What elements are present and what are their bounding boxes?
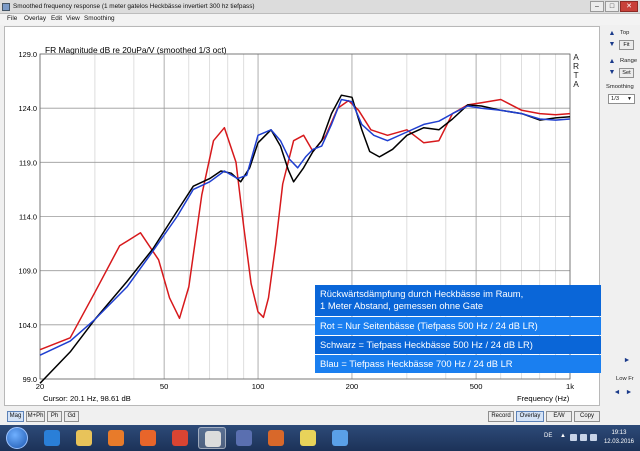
legend-text: Blau = Tiefpass Heckbässe 700 Hz / 24 dB… — [320, 358, 513, 369]
title-bar: Smoothed frequency response (1 meter gat… — [0, 0, 640, 14]
menu-edit[interactable]: Edit — [51, 15, 62, 22]
menu-overlay[interactable]: Overlay — [24, 15, 46, 22]
network-icon[interactable] — [570, 434, 577, 441]
low-fr-label: Low Fr — [616, 376, 634, 382]
mag-phase-button[interactable]: M+Ph — [26, 411, 45, 422]
top-down-arrow-icon[interactable]: ▼ — [607, 40, 617, 49]
close-button[interactable]: ✕ — [620, 1, 638, 12]
top-up-arrow-icon[interactable]: ▲ — [607, 29, 617, 38]
smoothing-label: Smoothing — [606, 84, 634, 90]
x-tick-label: 20 — [36, 382, 44, 391]
taskbar-app-button[interactable] — [70, 427, 98, 449]
app-icon — [2, 3, 10, 11]
windows-app-icon — [332, 430, 348, 446]
volume-icon[interactable] — [580, 434, 587, 441]
media-player-icon — [108, 430, 124, 446]
low-fr-left-arrow-icon[interactable]: ◄ — [612, 388, 622, 397]
firefox-icon — [140, 430, 156, 446]
legend-text: 1 Meter Abstand, gemessen ohne Gate — [320, 300, 483, 311]
flag-icon[interactable] — [590, 434, 597, 441]
chrome-icon — [172, 430, 188, 446]
y-tick-label: 124.0 — [19, 104, 38, 113]
menu-view[interactable]: View — [66, 15, 80, 22]
start-button[interactable] — [6, 427, 28, 449]
plot-frame: 99.0 104.0 109.0 114.0 119.0 124.0 129.0 20 50 10… — [4, 26, 617, 407]
audio-app-icon — [236, 430, 252, 446]
range-up-arrow-icon[interactable]: ▲ — [607, 57, 617, 66]
fit-button[interactable]: Fit — [619, 40, 634, 50]
text-editor-icon — [300, 430, 316, 446]
system-tray: DE ▲ 19:13 12.03.2016 — [500, 425, 640, 451]
menu-file[interactable]: File — [7, 15, 17, 22]
maximize-button[interactable]: □ — [605, 1, 619, 12]
range-label: Range — [620, 58, 638, 64]
x-tick-label: 100 — [252, 382, 265, 391]
chart-title: FR Magnitude dB re 20uPa/V (smoothed 1/3… — [45, 45, 227, 55]
phase-button[interactable]: Ph — [47, 411, 62, 422]
taskbar: DE ▲ 19:13 12.03.2016 — [0, 425, 640, 451]
right-arrow-icon[interactable]: ► — [622, 356, 632, 365]
minimize-button[interactable]: – — [590, 1, 604, 12]
clock-time: 19:13 — [611, 430, 627, 436]
legend-text: Rückwärtsdämpfung durch Heckbässe im Rau… — [320, 288, 523, 299]
copy-button[interactable]: Copy — [574, 411, 600, 422]
clock-date: 12.03.2016 — [603, 439, 634, 445]
x-tick-label: 200 — [346, 382, 359, 391]
x-tick-label: 500 — [470, 382, 483, 391]
y-tick-label: 104.0 — [19, 321, 38, 330]
clock[interactable]: 19:13 12.03.2016 — [604, 429, 634, 447]
x-tick-label: 50 — [160, 382, 168, 391]
chevron-down-icon: ▼ — [627, 96, 632, 102]
y-tick-label: 129.0 — [19, 50, 38, 59]
export-button[interactable]: E/W — [546, 411, 572, 422]
menu-smoothing[interactable]: Smoothing — [84, 15, 115, 22]
group-delay-button[interactable]: Gd — [64, 411, 79, 422]
menu-bar: File Overlay Edit View Smoothing — [0, 14, 640, 25]
smoothing-value: 1/3 — [611, 96, 620, 102]
tray-expand-icon[interactable]: ▲ — [560, 433, 566, 439]
low-fr-right-arrow-icon[interactable]: ► — [624, 388, 634, 397]
office-icon — [268, 430, 284, 446]
taskbar-app-button[interactable] — [230, 427, 258, 449]
x-axis-label: Frequency (Hz) — [517, 394, 570, 403]
arta-watermark-letter: A — [573, 79, 579, 89]
frequency-response-chart[interactable]: 99.0104.0109.0114.0119.0124.0129.020 50 10… — [5, 27, 617, 407]
folder-icon — [76, 430, 92, 446]
ohm-app-icon — [205, 431, 221, 447]
top-label: Top — [620, 30, 630, 36]
taskbar-app-button[interactable] — [102, 427, 130, 449]
record-button[interactable]: Record — [488, 411, 514, 422]
ie-icon — [44, 430, 60, 446]
language-indicator[interactable]: DE — [544, 433, 552, 439]
taskbar-app-button[interactable] — [326, 427, 354, 449]
y-tick-label: 119.0 — [19, 158, 37, 167]
y-tick-label: 109.0 — [19, 267, 38, 276]
bottom-toolbar: Mag M+Ph Ph Gd Record Overlay E/W Copy — [0, 406, 640, 425]
overlay-button[interactable]: Overlay — [516, 411, 544, 422]
range-down-arrow-icon[interactable]: ▼ — [607, 68, 617, 77]
set-button[interactable]: Set — [619, 68, 634, 78]
mag-button[interactable]: Mag — [7, 411, 24, 422]
taskbar-app-button[interactable] — [134, 427, 162, 449]
smoothing-select[interactable]: 1/3 ▼ — [608, 94, 635, 104]
taskbar-app-button[interactable] — [294, 427, 322, 449]
taskbar-app-button[interactable] — [38, 427, 66, 449]
taskbar-app-button[interactable] — [166, 427, 194, 449]
y-tick-label: 114.0 — [19, 213, 37, 222]
side-panel: ▲ Top ▼ Fit ▲ Range ▼ Set Smoothing 1/3 … — [602, 26, 640, 406]
taskbar-app-button[interactable] — [198, 427, 226, 449]
legend-text: Rot = Nur Seitenbässe (Tiefpass 500 Hz /… — [320, 320, 538, 331]
legend-text: Schwarz = Tiefpass Heckbässe 500 Hz / 24… — [320, 339, 533, 350]
x-tick-label: 1k — [566, 382, 574, 391]
cursor-readout: Cursor: 20.1 Hz, 98.61 dB — [43, 394, 131, 403]
taskbar-app-button[interactable] — [262, 427, 290, 449]
window-title: Smoothed frequency response (1 meter gat… — [13, 3, 255, 10]
